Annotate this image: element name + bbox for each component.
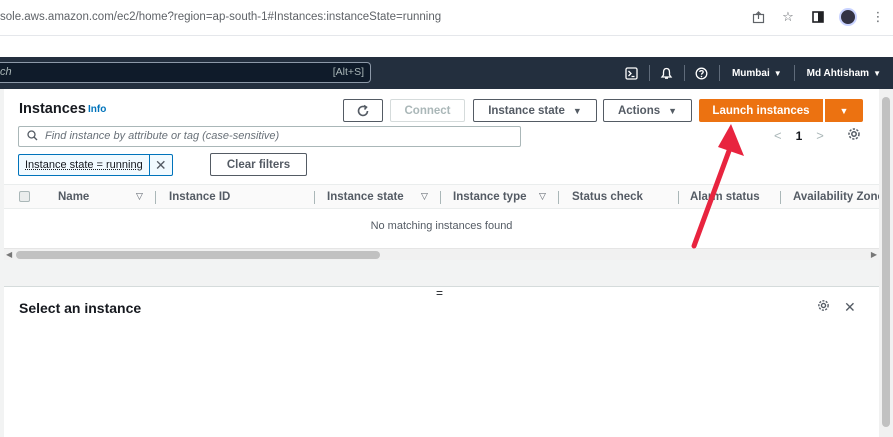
nav-right-group: Mumbai ▼ Md Ahtisham ▼ bbox=[615, 57, 893, 89]
search-placeholder: Find instance by attribute or tag (case-… bbox=[45, 130, 280, 142]
detail-panel-title: Select an instance bbox=[19, 300, 142, 316]
actions-label: Actions bbox=[617, 104, 661, 117]
caret-down-icon: ▼ bbox=[572, 105, 582, 116]
clear-filters-button[interactable]: Clear filters bbox=[210, 153, 307, 176]
column-separator bbox=[780, 191, 781, 204]
instance-state-button[interactable]: Instance state ▼ bbox=[473, 99, 597, 122]
table-header: Name ▽ Instance ID Instance state ▽ Inst… bbox=[4, 184, 884, 209]
gear-icon[interactable] bbox=[817, 299, 830, 316]
instances-panel: Instances Info Connect Instance state ▼ A… bbox=[4, 89, 884, 437]
column-availability-zone[interactable]: Availability Zone bbox=[793, 191, 884, 203]
column-separator bbox=[314, 191, 315, 204]
column-instance-state[interactable]: Instance state bbox=[327, 191, 404, 203]
page-number[interactable]: 1 bbox=[796, 129, 803, 143]
aws-top-nav: ch [Alt+S] Mumbai ▼ Md Ahtisham ▼ bbox=[0, 57, 893, 89]
column-instance-type[interactable]: Instance type bbox=[453, 191, 527, 203]
chevron-right-icon[interactable]: > bbox=[816, 128, 824, 143]
scroll-right-icon[interactable]: ▶ bbox=[871, 250, 877, 259]
sidepanel-icon[interactable] bbox=[809, 8, 827, 26]
search-input[interactable]: ch [Alt+S] bbox=[0, 62, 371, 83]
scroll-left-icon[interactable]: ◀ bbox=[6, 250, 12, 259]
bell-icon[interactable] bbox=[650, 57, 684, 89]
caret-down-icon: ▼ bbox=[668, 105, 678, 116]
close-icon[interactable]: ✕ bbox=[150, 157, 172, 174]
column-separator bbox=[440, 191, 441, 204]
gear-icon[interactable] bbox=[847, 127, 861, 144]
split-panel-divider[interactable]: = bbox=[4, 260, 879, 300]
search-placeholder: ch bbox=[0, 66, 12, 78]
cloudshell-icon[interactable] bbox=[615, 57, 649, 89]
url-text[interactable]: sole.aws.amazon.com/ec2/home?region=ap-s… bbox=[0, 11, 441, 23]
region-selector[interactable]: Mumbai ▼ bbox=[720, 68, 794, 79]
browser-address-bar: sole.aws.amazon.com/ec2/home?region=ap-s… bbox=[0, 0, 893, 36]
column-status-check[interactable]: Status check bbox=[572, 191, 643, 203]
caret-down-icon: ▼ bbox=[773, 68, 782, 78]
info-link[interactable]: Info bbox=[88, 104, 106, 115]
profile-avatar[interactable] bbox=[839, 8, 857, 26]
kebab-menu-icon[interactable]: ⋮ bbox=[869, 8, 887, 26]
sort-icon[interactable]: ▽ bbox=[421, 191, 428, 202]
filter-token: Instance state = running ✕ bbox=[18, 154, 173, 176]
close-icon[interactable]: ✕ bbox=[844, 299, 856, 316]
browser-gap bbox=[0, 36, 893, 57]
caret-down-icon: ▼ bbox=[839, 105, 849, 116]
drag-handle-icon[interactable]: = bbox=[436, 286, 443, 300]
help-icon[interactable] bbox=[685, 57, 719, 89]
scrollbar-thumb[interactable] bbox=[882, 97, 890, 427]
launch-dropdown-button[interactable]: ▼ bbox=[825, 99, 863, 122]
filter-token-label[interactable]: Instance state = running bbox=[19, 155, 150, 175]
sort-icon[interactable]: ▽ bbox=[539, 191, 546, 202]
instance-state-label: Instance state bbox=[488, 104, 565, 117]
horizontal-scrollbar[interactable]: ◀ ▶ bbox=[4, 248, 879, 260]
pagination: < 1 > bbox=[774, 128, 824, 143]
region-label: Mumbai bbox=[731, 67, 770, 79]
search-shortcut: [Alt+S] bbox=[332, 66, 364, 78]
vertical-scrollbar[interactable] bbox=[879, 89, 893, 437]
account-menu[interactable]: Md Ahtisham ▼ bbox=[795, 68, 893, 79]
actions-button[interactable]: Actions ▼ bbox=[603, 99, 692, 122]
page-title: Instances bbox=[19, 101, 86, 117]
chevron-left-icon[interactable]: < bbox=[774, 128, 782, 143]
star-icon[interactable]: ☆ bbox=[779, 8, 797, 26]
caret-down-icon: ▼ bbox=[873, 68, 881, 78]
browser-toolbar-icons: ☆ ⋮ bbox=[749, 8, 887, 26]
column-instance-id[interactable]: Instance ID bbox=[169, 191, 230, 203]
search-input[interactable]: Find instance by attribute or tag (case-… bbox=[18, 126, 521, 147]
connect-button[interactable]: Connect bbox=[390, 99, 465, 122]
column-separator bbox=[558, 191, 559, 204]
column-separator bbox=[678, 191, 679, 204]
search-icon bbox=[27, 130, 38, 144]
column-name[interactable]: Name bbox=[58, 191, 89, 203]
detail-panel-controls: ✕ bbox=[817, 299, 856, 316]
refresh-button[interactable] bbox=[343, 99, 383, 122]
launch-instances-button[interactable]: Launch instances bbox=[699, 99, 823, 122]
refresh-icon bbox=[357, 104, 369, 116]
sort-icon[interactable]: ▽ bbox=[136, 191, 143, 202]
scrollbar-thumb[interactable] bbox=[16, 251, 380, 259]
account-label: Md Ahtisham bbox=[806, 67, 870, 79]
column-separator bbox=[155, 191, 156, 204]
empty-state-message: No matching instances found bbox=[370, 220, 513, 232]
select-all-checkbox[interactable] bbox=[19, 191, 30, 202]
column-alarm-status[interactable]: Alarm status bbox=[690, 191, 760, 203]
share-icon[interactable] bbox=[749, 8, 767, 26]
